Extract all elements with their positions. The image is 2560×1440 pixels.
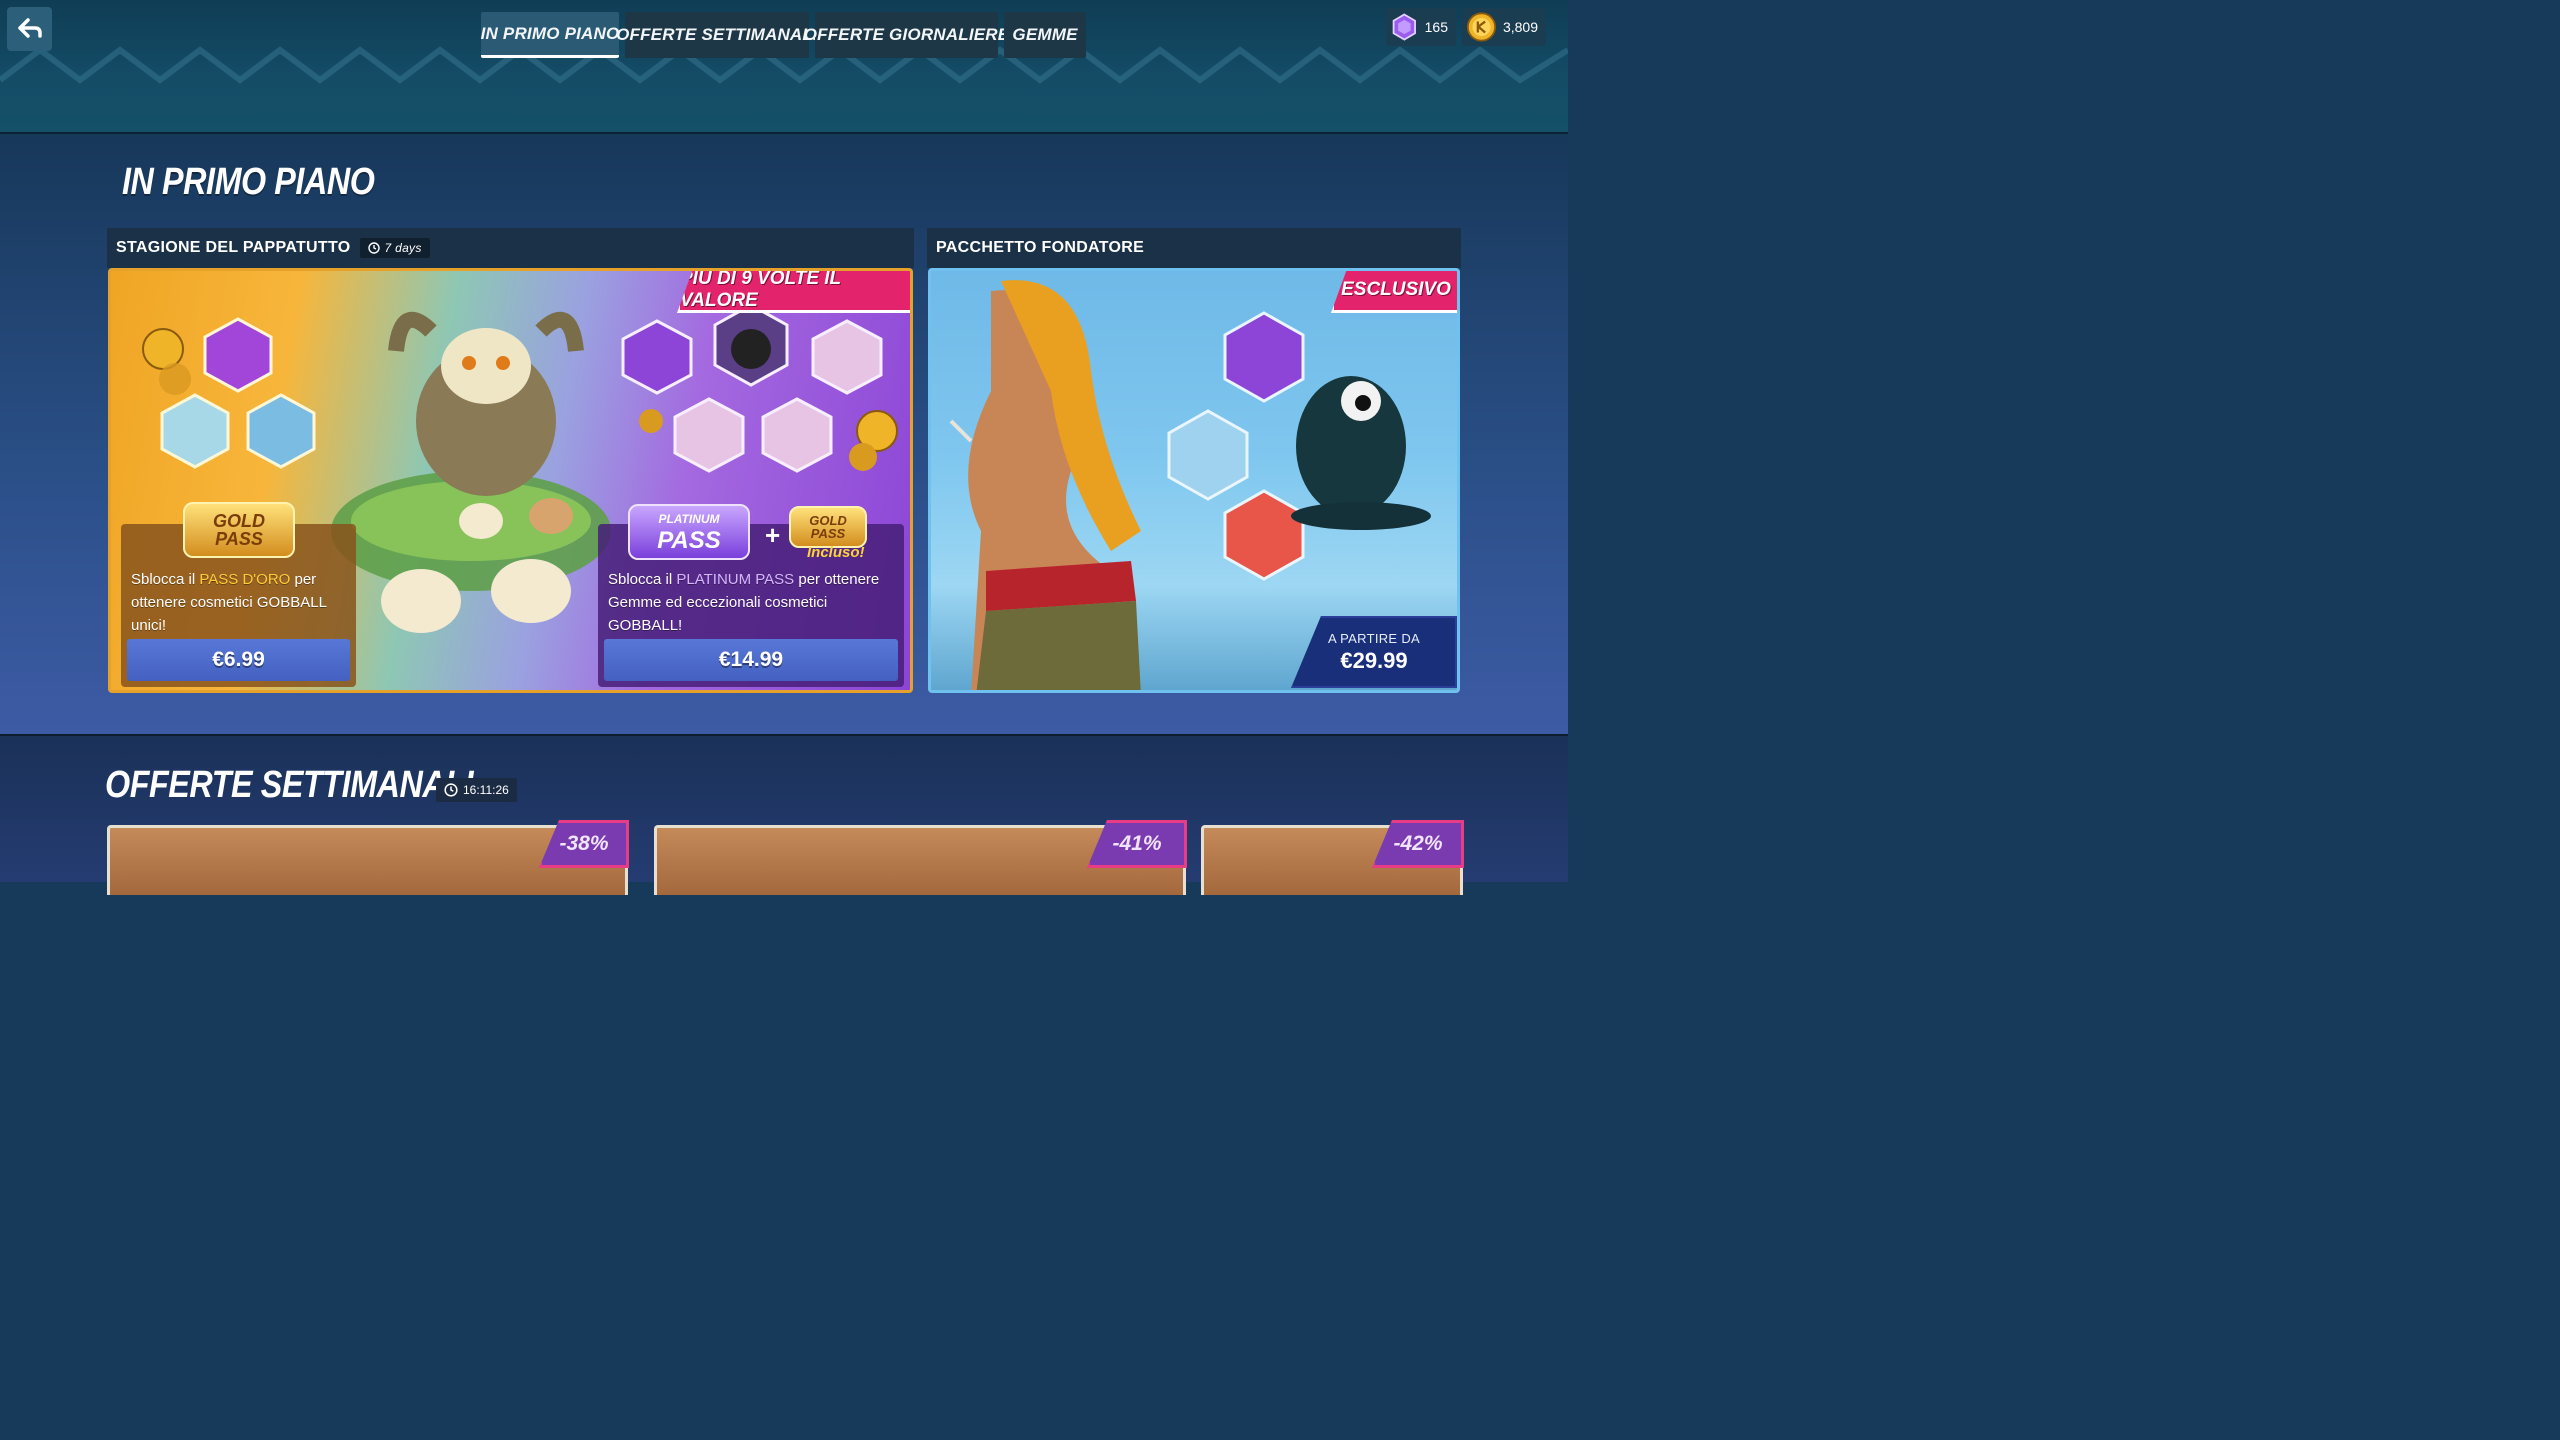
clock-icon [444,783,458,797]
included-gold-pass-badge: GOLD PASS [789,506,867,548]
platinum-pass-offer[interactable]: PLATINUM PASS + GOLD PASS Incluso! Sbloc… [598,504,904,687]
founder-card-title: PACCHETTO FONDATORE [936,239,1145,256]
platinum-pass-description: Sblocca il PLATINUM PASS per ottenere Ge… [608,568,898,637]
tab-featured[interactable]: IN PRIMO PIANO [481,12,619,58]
season-pass-card[interactable]: PIÙ DI 9 VOLTE IL VALORE GOLD PASS Sbloc… [108,268,913,693]
plat-desc-pre: Sblocca il [608,571,677,588]
founder-pack-card[interactable]: ESCLUSIVO A PARTIRE DA €29.99 [928,268,1460,693]
season-card-header: STAGIONE DEL PAPPATUTTO 7 days [107,228,914,268]
exclusive-ribbon: ESCLUSIVO [1331,271,1457,313]
back-button[interactable] [7,7,52,51]
coins-balance[interactable]: 3,809 [1462,8,1546,46]
founder-pack-price: €29.99 [1340,647,1408,673]
founder-card-header: PACCHETTO FONDATORE [927,228,1461,268]
weekly-offers-section: OFFERTE SETTIMANALI 16:11:26 -38% -41% -… [0,734,1568,895]
gem-icon [1392,13,1416,41]
included-badge-line2: PASS [810,526,846,541]
platinum-pass-badge: PLATINUM PASS [628,504,750,560]
value-ribbon: PIÙ DI 9 VOLTE IL VALORE [677,271,910,313]
gold-pass-offer[interactable]: GOLD PASS Sblocca il PASS D'ORO per otte… [121,502,356,687]
weekly-timer-value: 16:11:26 [463,783,509,797]
section-title: IN PRIMO PIANO [122,161,375,203]
plus-sign: + [765,520,781,550]
shop-tabs: IN PRIMO PIANO OFFERTE SETTIMANALI OFFER… [481,12,1086,58]
gems-count: 165 [1424,19,1448,35]
platinum-badge-line1: PLATINUM [658,512,720,526]
back-arrow-icon [17,18,42,38]
gems-balance[interactable]: 165 [1386,8,1456,46]
weekly-timer: 16:11:26 [436,778,517,802]
season-timer-value: 7 days [384,241,422,255]
season-card-title: STAGIONE DEL PAPPATUTTO [116,239,351,256]
gold-pass-badge-line2: PASS [215,529,263,549]
plat-desc-highlight: PLATINUM PASS [676,571,795,588]
gold-pass-badge-line1: GOLD [213,511,265,531]
platinum-badge-line2: PASS [657,527,721,554]
gold-pass-buy-button[interactable]: €6.99 [127,639,350,681]
included-label: Incluso! [807,544,865,561]
platinum-pass-buy-button[interactable]: €14.99 [604,639,898,681]
season-timer: 7 days [360,238,430,258]
tab-gems[interactable]: GEMME [1004,12,1086,58]
price-prefix: A PARTIRE DA [1328,630,1420,646]
weekly-section-title: OFFERTE SETTIMANALI [105,764,474,806]
coins-count: 3,809 [1502,19,1538,35]
clock-icon [368,242,381,254]
coin-icon [1466,12,1497,42]
top-bar: IN PRIMO PIANO OFFERTE SETTIMANALI OFFER… [0,0,1568,134]
tab-daily-offers[interactable]: OFFERTE GIORNALIERE [804,12,1009,58]
gold-pass-badge: GOLD PASS [183,502,295,558]
gold-pass-description: Sblocca il PASS D'ORO per ottenere cosme… [131,568,346,637]
tab-weekly-offers[interactable]: OFFERTE SETTIMANALI [616,12,818,58]
gold-desc-pre: Sblocca il [131,571,200,588]
gold-desc-highlight: PASS D'ORO [199,571,291,588]
featured-section: IN PRIMO PIANO STAGIONE DEL PAPPATUTTO 7… [0,136,1568,734]
